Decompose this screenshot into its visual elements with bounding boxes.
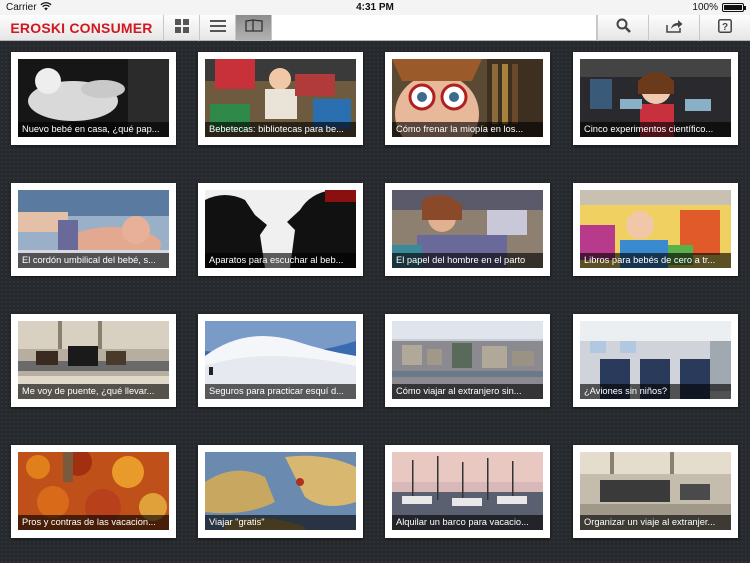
toolbar-spacer xyxy=(272,15,597,40)
list-view-button[interactable] xyxy=(200,15,236,41)
article-thumbnail: Cómo frenar la miopía en los... xyxy=(392,59,543,137)
help-icon: ? xyxy=(718,18,732,38)
article-card[interactable]: El papel del hombre en el parto xyxy=(385,183,550,276)
magazine-view-button[interactable] xyxy=(236,15,272,41)
article-thumbnail: Viajar "gratis" xyxy=(205,452,356,530)
article-thumbnail: El cordón umbilical del bebé, s... xyxy=(18,190,169,268)
article-title: Libros para bebés de cero a tr... xyxy=(580,253,731,268)
article-title: Cómo viajar al extranjero sin... xyxy=(392,384,543,399)
article-card[interactable]: Bebetecas: bibliotecas para be... xyxy=(198,52,363,145)
app-logo[interactable]: EROSKI CONSUMER xyxy=(0,15,164,41)
article-grid: Nuevo bebé en casa, ¿qué pap... Bebetecas… xyxy=(0,41,750,563)
battery-icon xyxy=(722,3,746,12)
article-thumbnail: Bebetecas: bibliotecas para be... xyxy=(205,59,356,137)
article-title: Organizar un viaje al extranjer... xyxy=(580,515,731,530)
wifi-icon xyxy=(40,1,52,14)
article-thumbnail: Cómo viajar al extranjero sin... xyxy=(392,321,543,399)
article-title: Aparatos para escuchar al beb... xyxy=(205,253,356,268)
article-card[interactable]: Libros para bebés de cero a tr... xyxy=(573,183,738,276)
article-title: Me voy de puente, ¿qué llevar... xyxy=(18,384,169,399)
article-title: Nuevo bebé en casa, ¿qué pap... xyxy=(18,122,169,137)
article-title: Alquilar un barco para vacacio... xyxy=(392,515,543,530)
help-button[interactable]: ? xyxy=(699,15,750,41)
article-thumbnail: Alquilar un barco para vacacio... xyxy=(392,452,543,530)
article-card[interactable]: Cómo viajar al extranjero sin... xyxy=(385,314,550,407)
article-thumbnail: Me voy de puente, ¿qué llevar... xyxy=(18,321,169,399)
article-thumbnail: ¿Aviones sin niños? xyxy=(580,321,731,399)
carrier-label: Carrier xyxy=(6,2,37,13)
article-thumbnail: Pros y contras de las vacacion... xyxy=(18,452,169,530)
article-title: Pros y contras de las vacacion... xyxy=(18,515,169,530)
magazine-view-icon xyxy=(244,19,263,37)
toolbar: EROSKI CONSUMER ? xyxy=(0,15,750,41)
article-thumbnail: Cinco experimentos científico... xyxy=(580,59,731,137)
share-icon xyxy=(665,19,683,38)
article-card[interactable]: Cinco experimentos científico... xyxy=(573,52,738,145)
battery-percent: 100% xyxy=(692,2,718,13)
article-card[interactable]: Alquilar un barco para vacacio... xyxy=(385,445,550,538)
article-card[interactable]: Cómo frenar la miopía en los... xyxy=(385,52,550,145)
article-title: Bebetecas: bibliotecas para be... xyxy=(205,122,356,137)
status-time: 4:31 PM xyxy=(356,2,394,13)
search-icon xyxy=(616,18,631,38)
article-title: Viajar "gratis" xyxy=(205,515,356,530)
svg-text:?: ? xyxy=(722,21,728,32)
grid-view-icon xyxy=(174,18,189,38)
article-thumbnail: Libros para bebés de cero a tr... xyxy=(580,190,731,268)
status-bar: Carrier 4:31 PM 100% xyxy=(0,0,750,15)
article-title: El cordón umbilical del bebé, s... xyxy=(18,253,169,268)
article-title: Cómo frenar la miopía en los... xyxy=(392,122,543,137)
article-thumbnail: El papel del hombre en el parto xyxy=(392,190,543,268)
share-button[interactable] xyxy=(648,15,699,41)
article-card[interactable]: El cordón umbilical del bebé, s... xyxy=(11,183,176,276)
grid-view-button[interactable] xyxy=(164,15,200,41)
article-card[interactable]: Seguros para practicar esquí d... xyxy=(198,314,363,407)
article-card[interactable]: Nuevo bebé en casa, ¿qué pap... xyxy=(11,52,176,145)
article-thumbnail: Nuevo bebé en casa, ¿qué pap... xyxy=(18,59,169,137)
article-card[interactable]: Pros y contras de las vacacion... xyxy=(11,445,176,538)
article-card[interactable]: ¿Aviones sin niños? xyxy=(573,314,738,407)
article-card[interactable]: Viajar "gratis" xyxy=(198,445,363,538)
article-title: ¿Aviones sin niños? xyxy=(580,384,731,399)
article-title: Cinco experimentos científico... xyxy=(580,122,731,137)
article-thumbnail: Organizar un viaje al extranjer... xyxy=(580,452,731,530)
article-thumbnail: Aparatos para escuchar al beb... xyxy=(205,190,356,268)
list-view-icon xyxy=(209,19,226,37)
article-card[interactable]: Organizar un viaje al extranjer... xyxy=(573,445,738,538)
article-card[interactable]: Aparatos para escuchar al beb... xyxy=(198,183,363,276)
article-title: El papel del hombre en el parto xyxy=(392,253,543,268)
article-title: Seguros para practicar esquí d... xyxy=(205,384,356,399)
search-button[interactable] xyxy=(597,15,648,41)
article-card[interactable]: Me voy de puente, ¿qué llevar... xyxy=(11,314,176,407)
article-thumbnail: Seguros para practicar esquí d... xyxy=(205,321,356,399)
